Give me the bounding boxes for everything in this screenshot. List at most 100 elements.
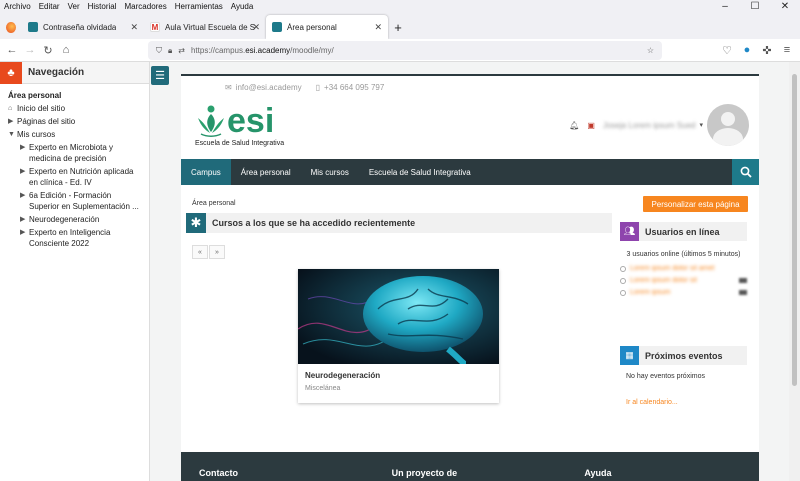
footer-contacto: Contacto [199, 468, 238, 478]
menu-ver[interactable]: Ver [68, 2, 80, 11]
calendar-link[interactable]: Ir al calendario... [626, 399, 747, 406]
online-user-row[interactable]: Lorem ipsum dolor sit amet [620, 265, 747, 272]
menu-herramientas[interactable]: Herramientas [175, 2, 223, 11]
recent-courses-title: Cursos a los que se ha accedido reciente… [212, 218, 416, 228]
search-button[interactable] [732, 159, 759, 185]
tab-contrasena-olvidada[interactable]: Contraseña olvidada ✕ [22, 15, 144, 39]
navigation-title: Navegación [28, 67, 85, 78]
site-logo[interactable]: esi Escuela de Salud Integrativa [195, 102, 305, 148]
home-icon: ⌂ [8, 105, 13, 112]
customize-page-button[interactable]: Personalizar esta página [643, 196, 748, 212]
online-user-name[interactable]: Lorem ipsum [630, 289, 735, 296]
course-image[interactable] [298, 269, 499, 364]
browser-menubar: Archivo Editar Ver Historial Marcadores … [0, 0, 800, 13]
nav-course-neurodegeneracion[interactable]: ▶ Neurodegeneración [8, 214, 141, 225]
message-icon[interactable] [739, 290, 747, 295]
caret-down-icon[interactable]: ▾ [699, 121, 703, 129]
avatar[interactable] [707, 104, 749, 146]
contact-email[interactable]: info@esi.academy [236, 83, 302, 92]
esi-favicon-icon [28, 22, 38, 32]
nav-item-label: Experto en Nutrición aplicada en clínica… [29, 167, 134, 187]
messages-icon[interactable]: ▣ [587, 121, 595, 130]
permissions-icon: ⇄ [178, 46, 185, 55]
nav-course-suplementacion[interactable]: ▶ 6a Edición - Formación Superior en Supl… [8, 190, 141, 212]
online-user-name[interactable]: Lorem ipsum dolor sit amet [630, 265, 747, 272]
nav-course-microbiota[interactable]: ▶ Experto en Microbiota y medicina de pre… [8, 142, 141, 164]
app-menu-icon[interactable]: ≡ [778, 41, 796, 59]
page-viewport: ☰ ✉ info@esi.academy ▯ +34 664 095 797 e… [150, 62, 800, 481]
course-name[interactable]: Neurodegeneración [305, 371, 380, 380]
minimize-icon[interactable]: – [710, 0, 740, 13]
extensions-puzzle-icon[interactable]: ✜ [758, 41, 776, 59]
online-user-row[interactable]: Lorem ipsum dolor sit [620, 277, 747, 284]
course-card[interactable]: Neurodegeneración Miscelánea [298, 269, 499, 403]
firefox-icon[interactable] [0, 15, 22, 39]
gmail-icon: M [150, 22, 160, 32]
menu-area-personal[interactable]: Área personal [231, 159, 301, 185]
carousel-pager: « » [192, 245, 226, 259]
upcoming-events-title: Próximos eventos [645, 350, 723, 361]
tab-label: Contraseña olvidada [43, 22, 117, 32]
url-scheme: https://campus. [190, 46, 246, 55]
user-menu[interactable]: 🔔︎ ▣ Joseja Lorem ipsum Sued ▾ [569, 104, 749, 146]
tab-area-personal[interactable]: Área personal ✕ [266, 15, 388, 39]
home-icon[interactable]: ⌂ [57, 41, 75, 59]
online-users-title: Usuarios en línea [645, 226, 720, 237]
forward-icon[interactable]: → [21, 41, 39, 59]
user-avatar-icon [620, 289, 626, 296]
caret-right-icon: ▶ [20, 192, 26, 199]
address-bar[interactable]: ⛉ 🔒︎ ⇄ https://campus. esi.academy/moodle… [148, 41, 662, 60]
menu-escuela[interactable]: Escuela de Salud Integrativa [359, 159, 481, 185]
user-avatar-icon [620, 265, 626, 272]
caret-right-icon: ▶ [20, 144, 26, 151]
tab-aula-virtual[interactable]: M Aula Virtual Escuela de Salud Int ✕ [144, 15, 266, 39]
asterisk-icon: ✱ [186, 213, 206, 233]
upcoming-events-block: ▦ Próximos eventos No hay eventos próxim… [620, 346, 747, 406]
extension-icon[interactable]: ● [738, 41, 756, 59]
breadcrumb[interactable]: Área personal [192, 200, 236, 207]
close-window-icon[interactable]: ✕ [770, 0, 800, 13]
online-user-row[interactable]: Lorem ipsum [620, 289, 747, 296]
notifications-icon[interactable]: 🔔︎ [569, 121, 579, 130]
menu-campus[interactable]: Campus [181, 159, 231, 185]
sitemap-icon: ♣ [0, 62, 22, 84]
caret-right-icon: ▶ [20, 229, 26, 236]
page-scrollbar[interactable] [789, 62, 800, 481]
logo-word: esi [227, 102, 275, 140]
message-icon[interactable] [739, 278, 747, 283]
recent-courses-header: ✱ Cursos a los que se ha accedido recien… [186, 213, 612, 233]
close-tab-icon[interactable]: ✕ [252, 22, 260, 33]
calendar-icon: ▦ [620, 346, 639, 365]
prev-button[interactable]: « [192, 245, 208, 259]
nav-course-inteligencia[interactable]: ▶ Experto en Inteligencia Consciente 2022 [8, 227, 141, 249]
phone-icon: ▯ [315, 83, 321, 92]
nav-section-area-personal[interactable]: Área personal [8, 90, 141, 101]
new-tab-icon[interactable]: + [388, 15, 408, 39]
menu-archivo[interactable]: Archivo [4, 2, 31, 11]
scrollbar-thumb[interactable] [792, 74, 797, 386]
menu-editar[interactable]: Editar [39, 2, 60, 11]
nav-course-nutricion[interactable]: ▶ Experto en Nutrición aplicada en clínic… [8, 166, 141, 188]
pocket-icon[interactable]: ♡ [718, 41, 736, 59]
nav-item-paginas[interactable]: ▶ Páginas del sitio [8, 116, 141, 127]
envelope-icon: ✉ [225, 83, 232, 92]
close-tab-icon[interactable]: ✕ [374, 22, 382, 33]
next-button[interactable]: » [209, 245, 225, 259]
nav-item-mis-cursos[interactable]: ▼ Mis cursos [8, 129, 141, 140]
nav-item-inicio[interactable]: ⌂ Inicio del sitio [8, 103, 141, 114]
user-name[interactable]: Joseja Lorem ipsum Sued [603, 121, 696, 130]
menu-historial[interactable]: Historial [88, 2, 117, 11]
reload-icon[interactable]: ↻ [39, 41, 57, 59]
bookmark-star-icon[interactable]: ☆ [647, 46, 654, 55]
menu-ayuda[interactable]: Ayuda [231, 2, 254, 11]
logo-subtitle: Escuela de Salud Integrativa [195, 140, 285, 147]
back-icon[interactable]: ← [3, 41, 21, 59]
online-user-name[interactable]: Lorem ipsum dolor sit [630, 277, 735, 284]
menu-mis-cursos[interactable]: Mis cursos [301, 159, 359, 185]
site-footer: Contacto Un proyecto de Ayuda [181, 452, 759, 481]
drawer-toggle-button[interactable]: ☰ [151, 66, 169, 85]
url-path: /moodle/my/ [290, 46, 334, 55]
close-tab-icon[interactable]: ✕ [130, 22, 138, 33]
maximize-icon[interactable]: ☐ [740, 0, 770, 13]
menu-marcadores[interactable]: Marcadores [125, 2, 167, 11]
